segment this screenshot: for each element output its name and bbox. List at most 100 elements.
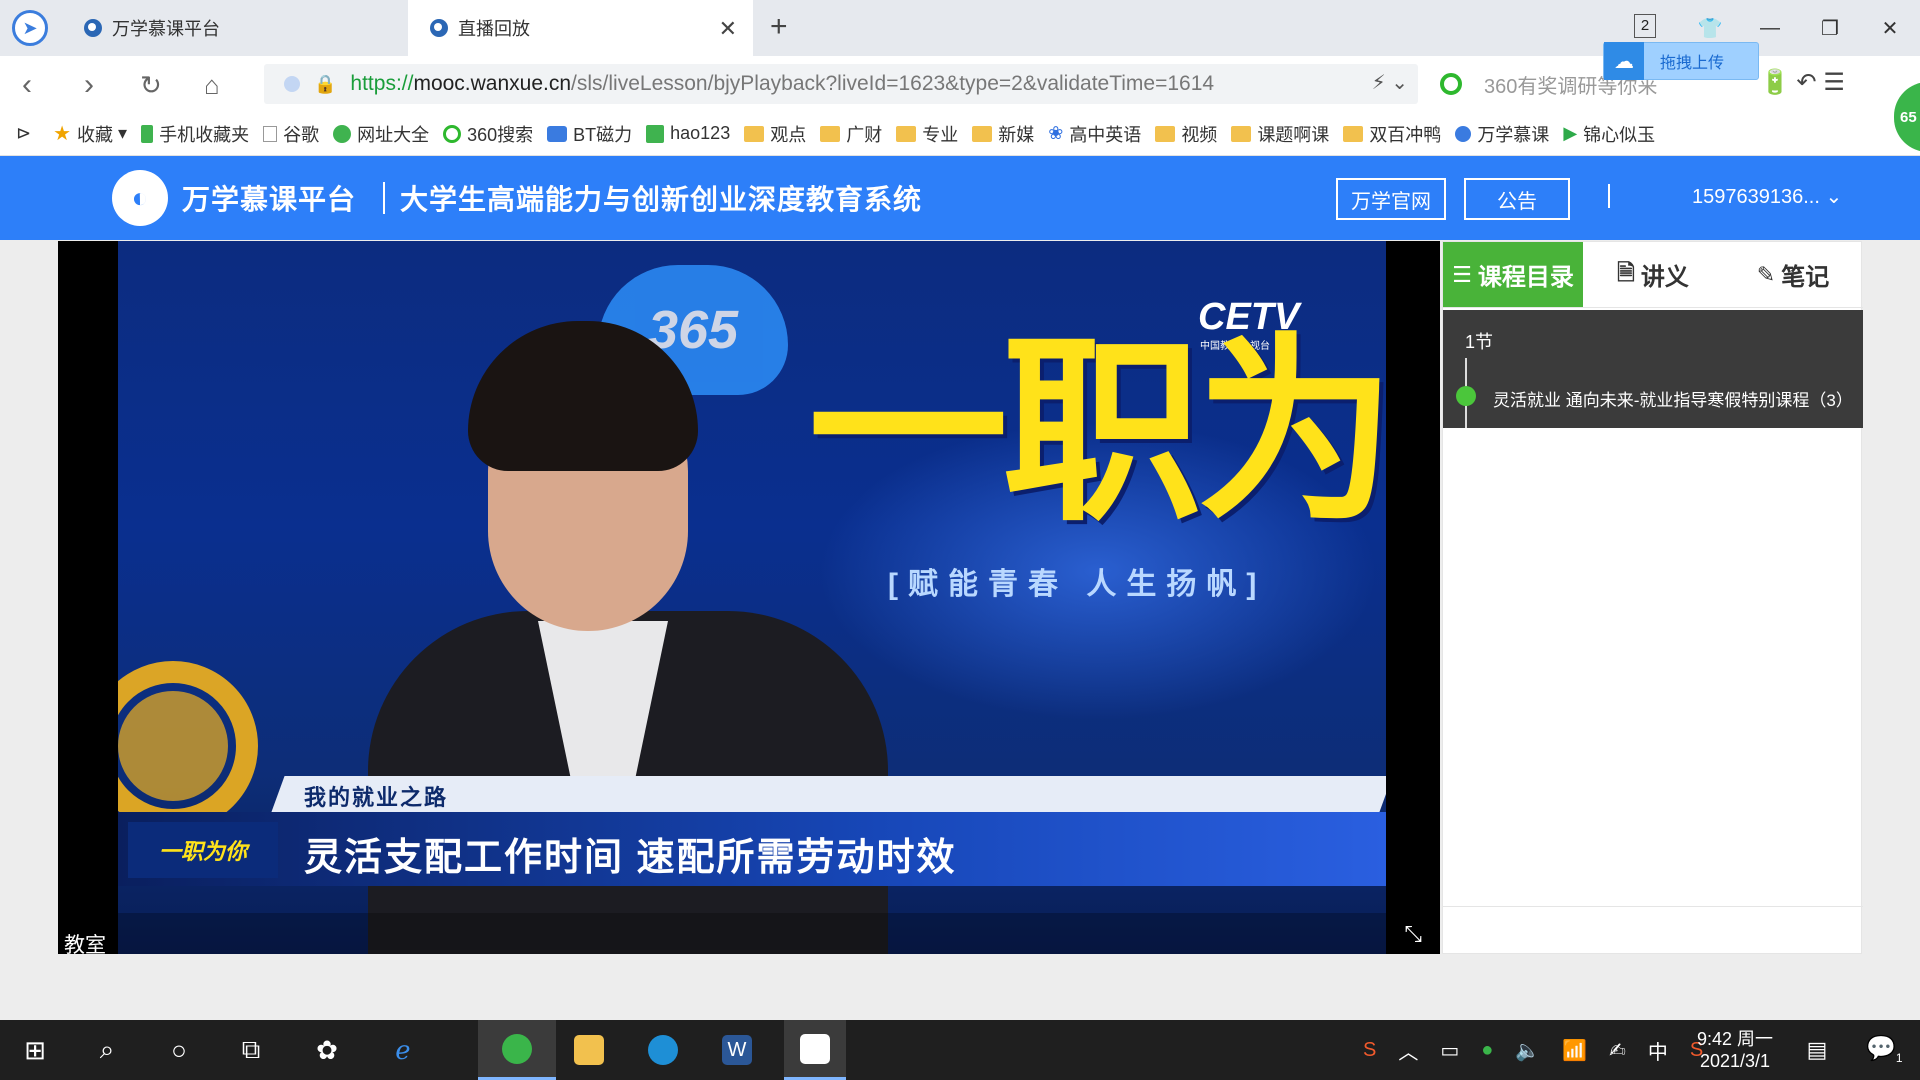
- bookmark-item[interactable]: hao123: [646, 123, 730, 144]
- sidebar-toggle-icon[interactable]: ⊳: [16, 123, 31, 144]
- brand-slogan: 大学生高端能力与创新创业深度教育系统: [400, 184, 923, 215]
- edge-icon[interactable]: [632, 1020, 694, 1080]
- notification-count: 1: [1895, 1050, 1903, 1065]
- task-view-icon[interactable]: ⧉: [220, 1020, 282, 1080]
- bookmark-item[interactable]: 谷歌: [263, 121, 319, 147]
- lesson-item[interactable]: 灵活就业 通向未来-就业指导寒假特别课程（3）: [1493, 386, 1855, 411]
- drag-upload-button[interactable]: ☁ 拖拽上传: [1603, 42, 1759, 80]
- address-bar[interactable]: 🔒 https:// mooc.wanxue.cn /sls/liveLesso…: [264, 64, 1418, 104]
- 360-browser-icon[interactable]: [478, 1020, 556, 1080]
- clock-date: 2021/3/1: [1699, 1051, 1771, 1071]
- undo-icon[interactable]: 🔋 ↶ ☰: [1760, 68, 1845, 97]
- home-icon[interactable]: ⌂: [204, 70, 220, 101]
- new-tab-icon[interactable]: +: [770, 10, 788, 44]
- folder-icon: [896, 125, 917, 142]
- word-icon[interactable]: W: [706, 1020, 768, 1080]
- tab-handout[interactable]: 🗎 讲义: [1583, 242, 1723, 307]
- bookmark-item[interactable]: 课题啊课: [1231, 121, 1329, 147]
- user-menu[interactable]: 1597639136... ⌄: [1692, 184, 1842, 209]
- bookmark-item[interactable]: 手机收藏夹: [141, 121, 249, 147]
- brand-name: 万学慕课平台: [182, 184, 357, 215]
- chapter-block: 1节 灵活就业 通向未来-就业指导寒假特别课程（3）: [1443, 310, 1863, 428]
- video-frame: 365 CETV 中国教育电视台 一职为你 [赋能青春 人生扬帆] 我的就业之路…: [118, 241, 1386, 954]
- bookmark-item[interactable]: 专业: [896, 121, 958, 147]
- netdisk-app-icon: [800, 1033, 830, 1064]
- tab-live-playback[interactable]: 直播回放 ✕: [408, 0, 753, 56]
- show-desktop-notes-icon[interactable]: ▤: [1786, 1020, 1848, 1080]
- restore-icon[interactable]: ❐: [1800, 16, 1860, 41]
- clock-time: 9:42 周一: [1696, 1029, 1774, 1049]
- 360-search-icon: [1440, 73, 1462, 95]
- folder-icon: [820, 125, 841, 142]
- bookmarks-bar: ⊳ ★ 收藏 ▾ 手机收藏夹 谷歌 网址大全 360搜索 BT磁力 hao123 …: [0, 112, 1920, 156]
- volume-icon[interactable]: 🔈: [1515, 1038, 1540, 1063]
- bookmark-item[interactable]: ★ 收藏 ▾: [53, 121, 127, 147]
- close-window-icon[interactable]: ✕: [1860, 16, 1920, 41]
- cortana-icon[interactable]: ○: [148, 1020, 210, 1080]
- exit-fullscreen-icon[interactable]: ⤡: [1404, 921, 1422, 947]
- url-path: /sls/liveLesson/bjyPlayback?liveId=1623&…: [571, 72, 1215, 95]
- baidu-netdisk-icon[interactable]: [784, 1020, 846, 1080]
- bookmark-item[interactable]: 视频: [1155, 121, 1217, 147]
- browser-logo-icon[interactable]: ➤: [12, 10, 48, 46]
- bookmark-item[interactable]: 网址大全: [333, 121, 429, 147]
- address-tools[interactable]: ⚡ ⌄: [1372, 70, 1408, 95]
- url-host: mooc.wanxue.cn: [413, 72, 572, 95]
- wifi-icon[interactable]: 📶: [1562, 1038, 1587, 1063]
- folder-icon: [1231, 125, 1252, 142]
- tab-notes[interactable]: ✎ 笔记: [1723, 242, 1863, 307]
- video-player[interactable]: 365 CETV 中国教育电视台 一职为你 [赋能青春 人生扬帆] 我的就业之路…: [58, 241, 1440, 954]
- tab-wanxue[interactable]: 万学慕课平台: [62, 0, 407, 56]
- ime-indicator[interactable]: 中: [1648, 1036, 1668, 1065]
- bookmark-item[interactable]: 双百冲鸭: [1343, 121, 1441, 147]
- 360-icon: [443, 124, 462, 143]
- bookmark-item[interactable]: BT磁力: [547, 121, 632, 147]
- bookmark-item[interactable]: 万学慕课: [1455, 121, 1549, 147]
- chevron-up-icon[interactable]: ︿: [1398, 1036, 1418, 1065]
- security-icon[interactable]: ●: [1481, 1039, 1493, 1062]
- hao-icon: [646, 124, 665, 143]
- bookmark-item[interactable]: 观点: [744, 121, 806, 147]
- tab-label: 万学慕课平台: [112, 19, 220, 39]
- folder-icon: [1155, 125, 1176, 142]
- skin-icon[interactable]: 👕: [1680, 16, 1740, 41]
- notification-icon[interactable]: 💬1: [1866, 1034, 1903, 1065]
- tab-course-catalog[interactable]: ☰ 课程目录: [1443, 242, 1583, 307]
- plus-icon: [333, 124, 352, 143]
- bookmark-item[interactable]: ▶ 锦心似玉: [1563, 121, 1655, 147]
- windows-taskbar: ⊞ ⌕ ○ ⧉ ✿ ℯ W S ︿ ▭ ● 🔈 📶 ✍ 中 S 9:42 周一 …: [0, 1020, 1920, 1080]
- speaker-hair: [468, 321, 698, 471]
- word-app-icon: W: [722, 1035, 752, 1065]
- bookmark-item[interactable]: ❀ 高中英语: [1048, 121, 1141, 147]
- sogou-icon[interactable]: S: [1363, 1039, 1376, 1062]
- document-icon: 🗎: [1617, 259, 1635, 285]
- file-explorer-icon[interactable]: [558, 1020, 620, 1080]
- system-clock[interactable]: 9:42 周一 2021/3/1: [1680, 1028, 1790, 1072]
- official-site-button[interactable]: 万学官网: [1336, 178, 1446, 220]
- forward-icon[interactable]: ›: [84, 68, 94, 102]
- folder-app-icon: [574, 1035, 604, 1065]
- bookmark-item[interactable]: 新媒: [972, 121, 1034, 147]
- star-icon: ★: [53, 123, 72, 145]
- player-control-bar[interactable]: [58, 913, 1440, 954]
- cloud-icon: ☁: [1604, 42, 1644, 80]
- ie-icon[interactable]: ℯ: [372, 1020, 434, 1080]
- search-icon[interactable]: ⌕: [76, 1020, 138, 1080]
- upload-label: 拖拽上传: [1660, 55, 1725, 72]
- app-icon[interactable]: ✿: [296, 1020, 358, 1080]
- folder-icon: [972, 125, 993, 142]
- bookmark-item[interactable]: 广财: [820, 121, 882, 147]
- bookmark-item[interactable]: 360搜索: [443, 121, 533, 147]
- site-info-icon[interactable]: [284, 76, 300, 92]
- pen-icon[interactable]: ✍: [1609, 1038, 1626, 1063]
- edit-icon: ✎: [1756, 261, 1776, 287]
- reload-icon[interactable]: ↻: [140, 70, 162, 101]
- battery-icon[interactable]: ▭: [1440, 1038, 1459, 1063]
- close-tab-icon[interactable]: ✕: [719, 16, 737, 42]
- minimize-icon[interactable]: —: [1740, 17, 1800, 40]
- back-icon[interactable]: ‹: [22, 68, 32, 102]
- notice-button[interactable]: 公告: [1464, 178, 1570, 220]
- show-mini-logo: 一职为你: [128, 822, 278, 878]
- tab-count-badge[interactable]: 2: [1634, 14, 1656, 38]
- windows-start-icon[interactable]: ⊞: [4, 1020, 66, 1080]
